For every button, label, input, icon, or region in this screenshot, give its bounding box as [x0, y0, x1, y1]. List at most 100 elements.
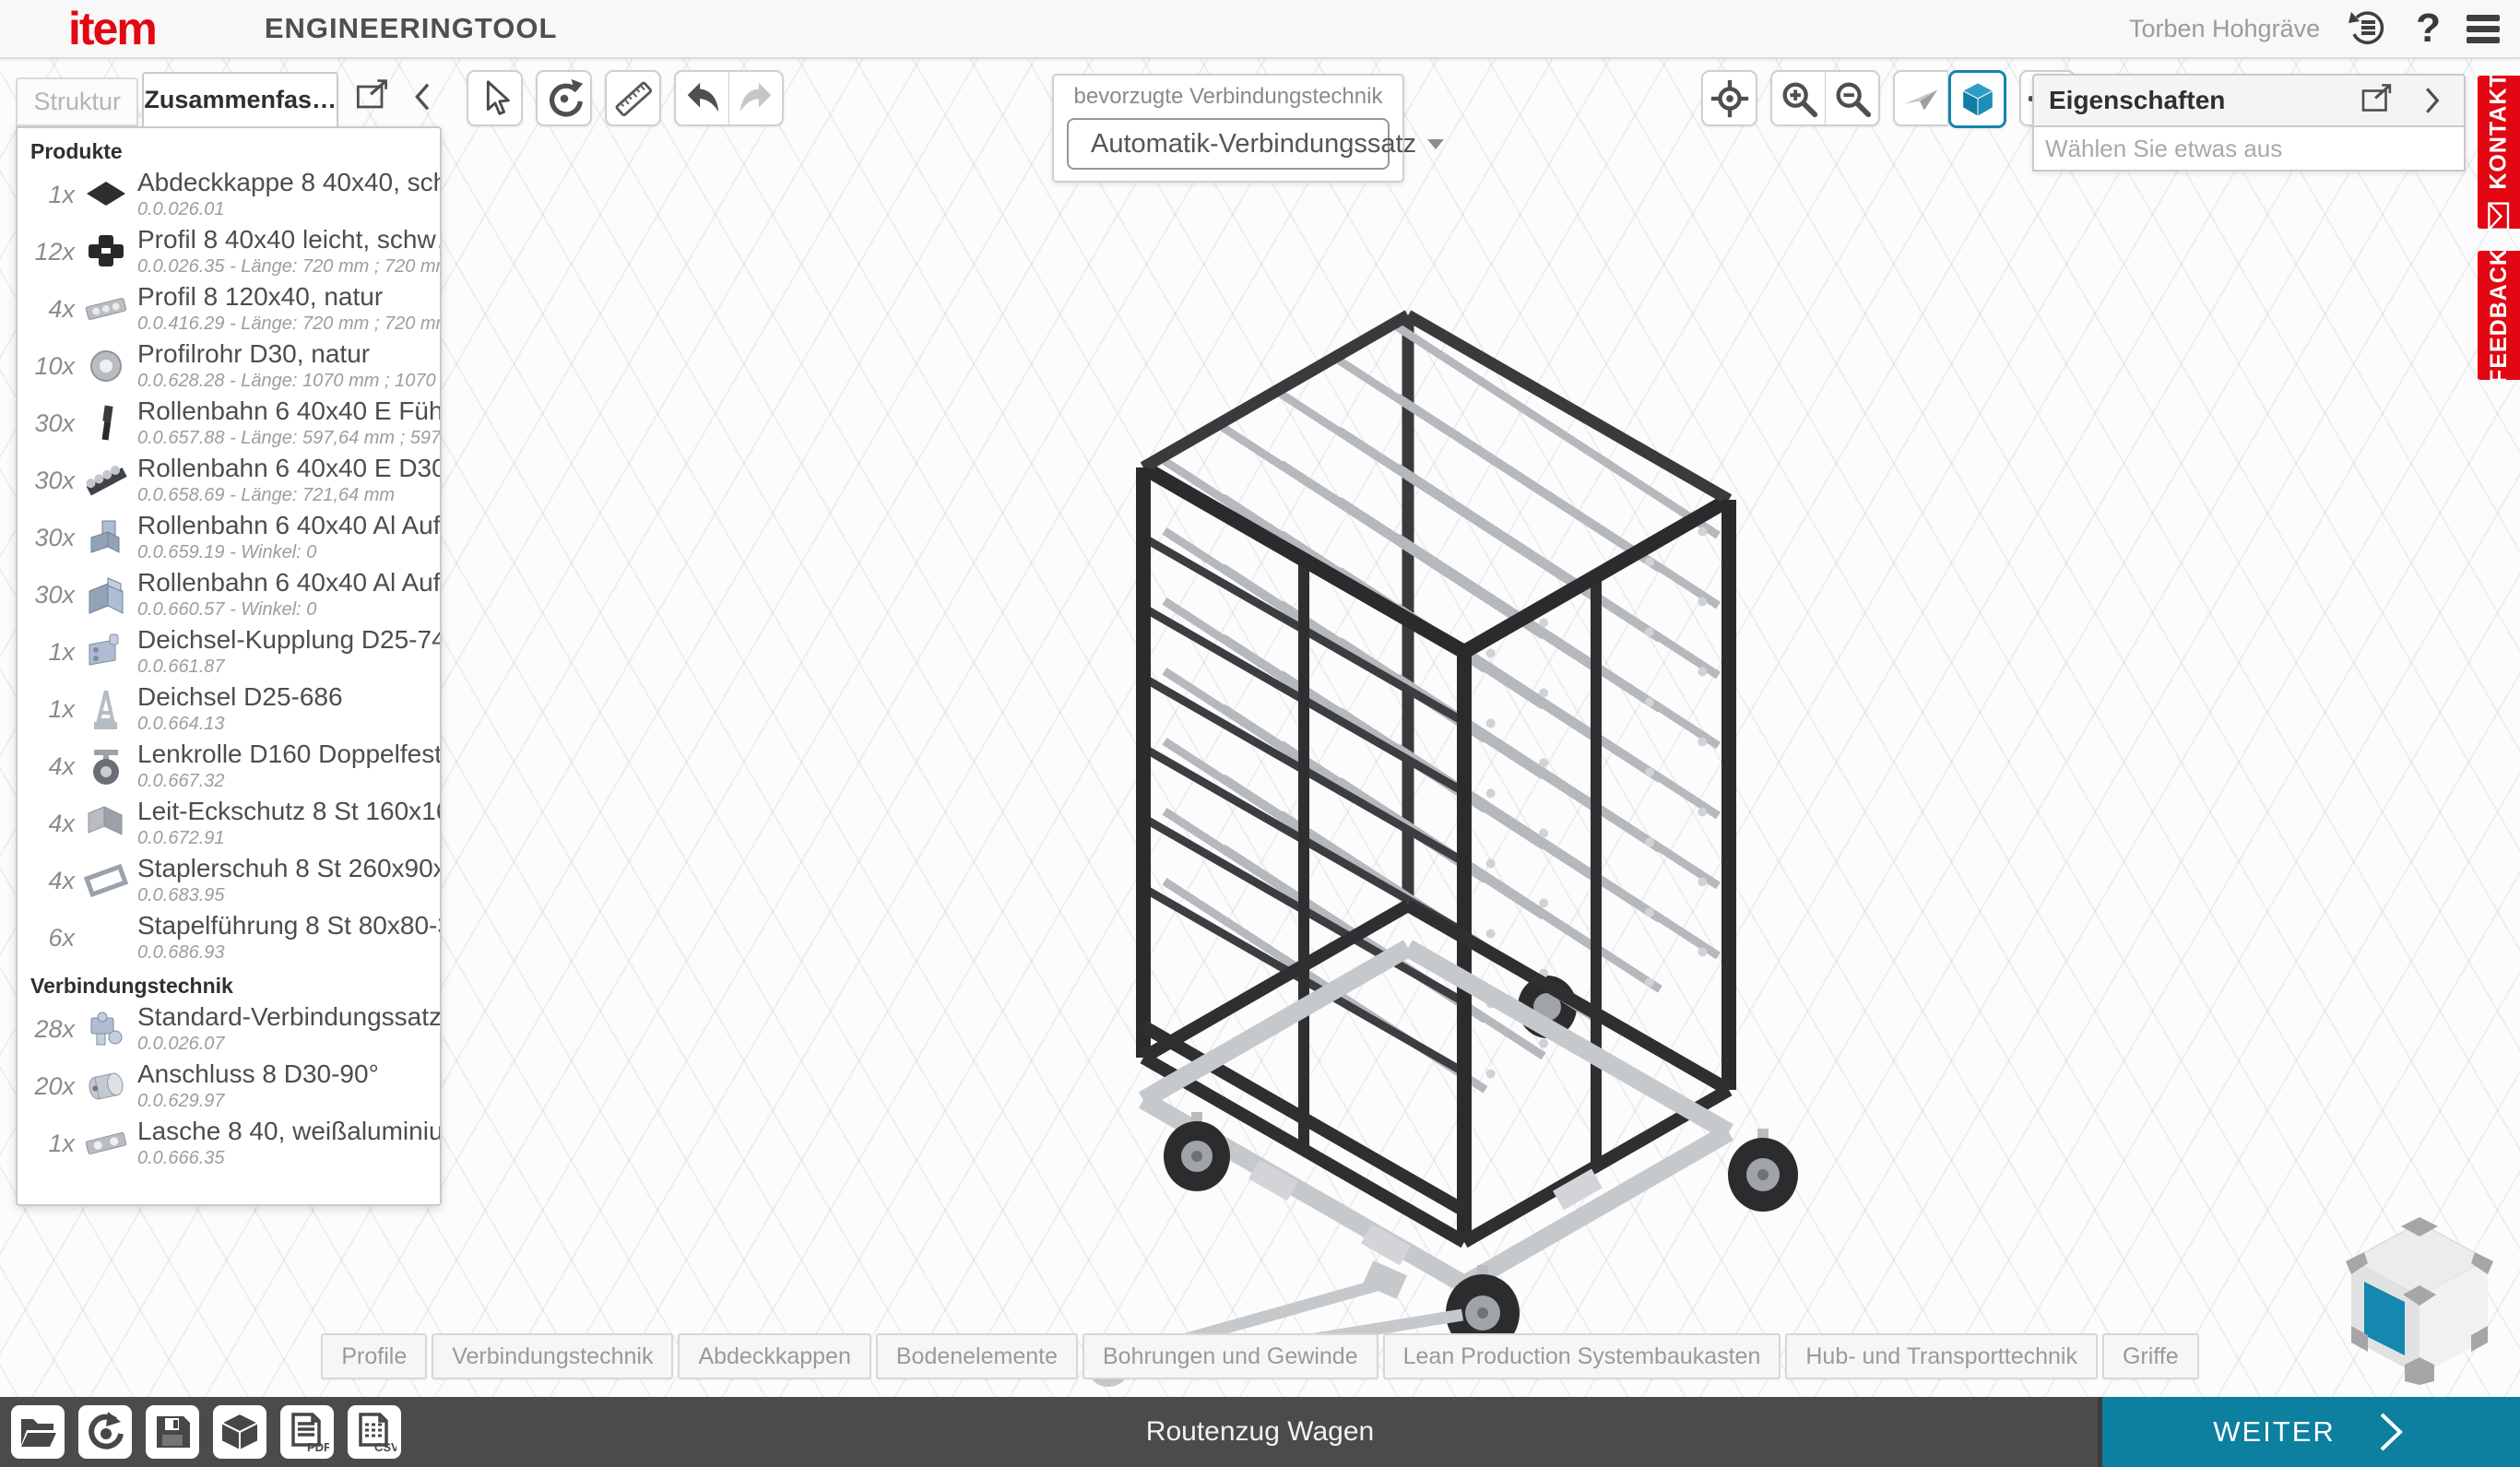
cart-3d-model[interactable]: [950, 195, 1909, 1394]
zoom-group: [1770, 70, 1880, 128]
measure-tool-button[interactable]: [605, 70, 661, 126]
item-logo[interactable]: item: [68, 6, 156, 52]
cart-pallet: [1143, 948, 1729, 1284]
product-row[interactable]: 4xProfil 8 120x40, natur0.0.416.29 - Län…: [18, 280, 440, 337]
product-row[interactable]: 1xDeichsel D25-6860.0.664.13: [18, 680, 440, 738]
product-details: 0.0.657.88 - Länge: 597,64 mm ; 597,64 m…: [137, 428, 440, 449]
part-thumbnail-profile-alu: [78, 285, 134, 333]
weiter-button[interactable]: WEITER: [2098, 1397, 2520, 1467]
view-2d-button[interactable]: [1893, 70, 1948, 126]
connection-technique-label: bevorzugte Verbindungstechnik: [1054, 84, 1402, 110]
zoom-out-icon: [1831, 77, 1874, 120]
rotate-tool-button[interactable]: [536, 70, 592, 126]
csv-document-icon: CSV: [352, 1410, 396, 1454]
properties-header: Eigenschaften: [2032, 74, 2466, 127]
product-name: Stapelführung 8 St 80x80-3…: [137, 912, 440, 941]
open-project-button[interactable]: [11, 1405, 65, 1459]
undo-redo-group: [674, 70, 784, 126]
product-row[interactable]: 30xRollenbahn 6 40x40 Al Auf…0.0.659.19 …: [18, 509, 440, 566]
canvas-toolbar-right: [1701, 70, 2076, 128]
part-thumbnail-caster: [78, 742, 134, 790]
tab-struktur[interactable]: Struktur: [16, 77, 138, 126]
part-thumbnail-fork-shoe: [78, 857, 134, 905]
product-row[interactable]: 10xProfilrohr D30, natur0.0.628.28 - Län…: [18, 337, 440, 395]
product-details: 0.0.416.29 - Länge: 720 mm ; 720 mm ; 12…: [137, 314, 440, 335]
product-name: Rollenbahn 6 40x40 Al Auf…: [137, 512, 440, 540]
product-row[interactable]: 30xRollenbahn 6 40x40 Al Auf…0.0.660.57 …: [18, 566, 440, 623]
category-tab-griffe[interactable]: Griffe: [2102, 1333, 2199, 1379]
product-name: Lasche 8 40, weißaluminiu…: [137, 1118, 440, 1146]
category-tab-bodenelemente[interactable]: Bodenelemente: [876, 1333, 1078, 1379]
properties-placeholder[interactable]: Wählen Sie etwas aus: [2032, 127, 2466, 172]
export-csv-button[interactable]: CSV: [348, 1405, 401, 1459]
collapse-properties-icon[interactable]: [2414, 81, 2449, 120]
kontakt-tab[interactable]: KONTAKT: [2478, 76, 2520, 229]
product-name: Standard-Verbindungssatz …: [137, 1003, 440, 1032]
product-row[interactable]: 12xProfil 8 40x40 leicht, schw…0.0.026.3…: [18, 223, 440, 280]
category-tab-bar: ProfileVerbindungstechnikAbdeckkappenBod…: [0, 1333, 2520, 1379]
menu-icon[interactable]: [2467, 15, 2500, 43]
view-3d-button[interactable]: [1948, 70, 2006, 128]
popout-properties-icon[interactable]: [2357, 81, 2396, 120]
product-details: 0.0.683.95: [137, 885, 440, 906]
category-tab-hub-und-transporttechnik[interactable]: Hub- und Transporttechnik: [1785, 1333, 2098, 1379]
product-row[interactable]: 1xDeichsel-Kupplung D25-74,…0.0.661.87: [18, 623, 440, 680]
product-name: Lenkrolle D160 Doppelfest…: [137, 740, 440, 769]
zoom-in-button[interactable]: [1770, 70, 1826, 126]
undo-button[interactable]: [674, 70, 729, 126]
product-row[interactable]: 20xAnschluss 8 D30-90°0.0.629.97: [18, 1058, 440, 1115]
category-tab-verbindungstechnik[interactable]: Verbindungstechnik: [432, 1333, 673, 1379]
redo-button[interactable]: [729, 70, 784, 126]
help-icon[interactable]: ?: [2416, 8, 2441, 49]
product-row[interactable]: 30xRollenbahn 6 40x40 E D300.0.658.69 - …: [18, 452, 440, 509]
part-thumbnail-rail-rollers: [78, 456, 134, 504]
product-row[interactable]: 1xAbdeckkappe 8 40x40, sch…0.0.026.01: [18, 166, 440, 223]
product-row[interactable]: 4xStaplerschuh 8 St 260x90x…0.0.683.95: [18, 852, 440, 909]
canvas-toolbar-left: [467, 70, 784, 126]
select-tool-button[interactable]: [467, 70, 523, 126]
product-name: Leit-Eckschutz 8 St 160x16…: [137, 798, 440, 826]
folder-open-icon: [16, 1410, 60, 1454]
product-details: 0.0.026.01: [137, 199, 440, 220]
svg-text:CSV: CSV: [374, 1440, 396, 1454]
reset-project-button[interactable]: [78, 1405, 132, 1459]
category-tab-bohrungen-und-gewinde[interactable]: Bohrungen und Gewinde: [1083, 1333, 1378, 1379]
connection-technique-select[interactable]: Automatik-Verbindungssatz: [1067, 118, 1390, 170]
product-list: Produkte1xAbdeckkappe 8 40x40, sch…0.0.0…: [16, 126, 442, 1206]
product-row[interactable]: 6xStapelführung 8 St 80x80-3…0.0.686.93: [18, 909, 440, 966]
feedback-tab[interactable]: FEEDBACK: [2478, 251, 2520, 380]
tab-zusammenfassung[interactable]: Zusammenfas…: [142, 72, 338, 126]
product-quantity: 30x: [18, 524, 75, 552]
zoom-out-button[interactable]: [1826, 70, 1880, 126]
product-quantity: 1x: [18, 1130, 75, 1158]
category-tab-abdeckkappen[interactable]: Abdeckkappen: [678, 1333, 870, 1379]
product-quantity: 10x: [18, 352, 75, 381]
properties-panel: Eigenschaften Wählen Sie etwas aus: [2032, 74, 2466, 172]
popout-panel-icon[interactable]: [351, 77, 392, 117]
category-tab-lean-production-systembaukasten[interactable]: Lean Production Systembaukasten: [1383, 1333, 1781, 1379]
product-name: Profil 8 40x40 leicht, schw…: [137, 226, 440, 254]
history-icon[interactable]: [2346, 6, 2390, 51]
product-details: 0.0.666.35: [137, 1148, 440, 1169]
product-row[interactable]: 4xLeit-Eckschutz 8 St 160x16…0.0.672.91: [18, 795, 440, 852]
collapse-panel-icon[interactable]: [405, 77, 442, 117]
svg-text:PDF: PDF: [307, 1440, 329, 1454]
category-tab-profile[interactable]: Profile: [321, 1333, 427, 1379]
product-details: 0.0.686.93: [137, 942, 440, 964]
product-row[interactable]: 4xLenkrolle D160 Doppelfest…0.0.667.32: [18, 738, 440, 795]
panel-tabs: Struktur Zusammenfas…: [16, 74, 442, 126]
product-details: 0.0.026.07: [137, 1034, 440, 1055]
save-icon: [150, 1410, 195, 1454]
product-name: Deichsel-Kupplung D25-74,…: [137, 626, 440, 655]
feedback-label: FEEDBACK: [2486, 248, 2513, 384]
product-row[interactable]: 30xRollenbahn 6 40x40 E Führ…0.0.657.88 …: [18, 395, 440, 452]
save-project-button[interactable]: [146, 1405, 199, 1459]
part-thumbnail-coupling: [78, 628, 134, 676]
product-row[interactable]: 1x Lasche 8 40, weißaluminiu…0.0.666.35: [18, 1115, 440, 1172]
product-row[interactable]: 28xStandard-Verbindungssatz …0.0.026.07: [18, 1000, 440, 1058]
center-view-button[interactable]: [1701, 70, 1757, 126]
export-3d-button[interactable]: [213, 1405, 266, 1459]
export-pdf-button[interactable]: PDF: [280, 1405, 334, 1459]
part-thumbnail-cap-black: [78, 171, 134, 219]
part-thumbnail-conn-d30: [78, 1062, 134, 1110]
